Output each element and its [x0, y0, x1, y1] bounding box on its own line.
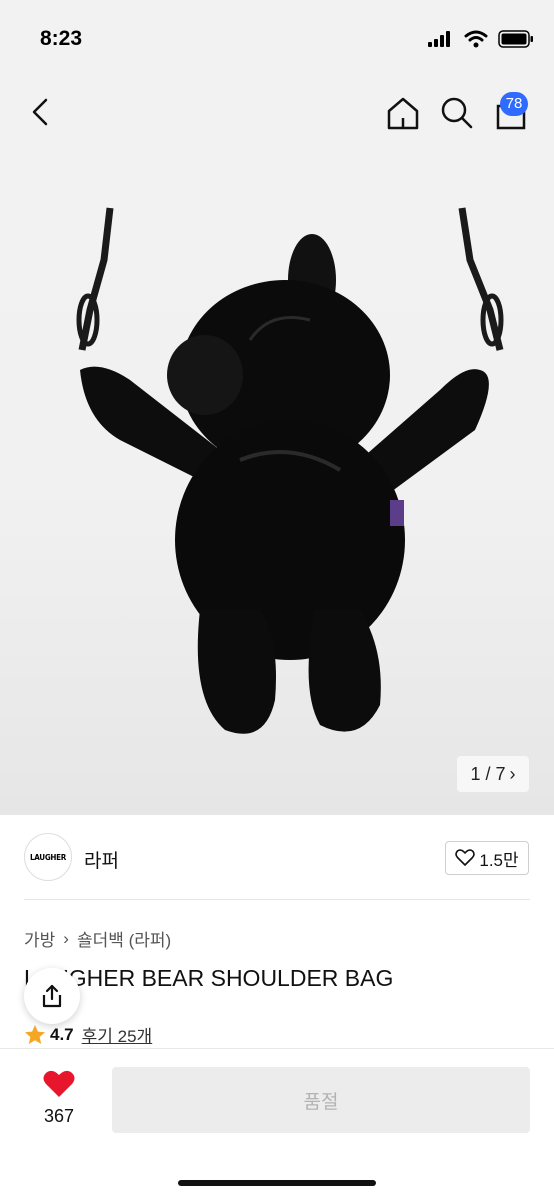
wishlist-count: 367 [43, 1106, 75, 1126]
cart-count-badge: 78 [500, 92, 528, 116]
brand-name[interactable]: 라퍼 [84, 846, 119, 873]
brand-logo[interactable]: LAUGHER [24, 833, 72, 881]
divider [24, 899, 530, 900]
breadcrumb-subcategory[interactable]: 숄더백 (라퍼) [77, 926, 171, 951]
product-title: LAUGHER BEAR SHOULDER BAG [24, 965, 394, 991]
product-image [76, 207, 504, 734]
share-icon [42, 984, 62, 1008]
chevron-right-icon: › [63, 928, 69, 948]
home-indicator [178, 1180, 376, 1186]
brand-like-button[interactable]: 1.5만 [445, 841, 529, 875]
bottom-action-bar: 367 품절 [0, 1048, 554, 1200]
brand-like-count: 1.5만 [479, 850, 519, 870]
status-bar: 8:23 [0, 0, 554, 80]
status-icons [428, 30, 534, 48]
chevron-right-icon: › [509, 763, 516, 784]
back-icon[interactable] [24, 94, 60, 130]
wifi-icon [464, 30, 488, 48]
page-counter-label: 1 / 7 [470, 763, 506, 784]
rating-value: 4.7 [50, 1024, 74, 1044]
rating-row: 4.7 후기 25개 [24, 1022, 152, 1047]
battery-icon [498, 30, 533, 48]
breadcrumb-category[interactable]: 가방 [24, 926, 55, 951]
heart-outline-icon [455, 849, 476, 866]
image-page-counter[interactable]: 1 / 7 › [457, 756, 529, 792]
brand-row: LAUGHER 라퍼 1.5만 [0, 815, 554, 901]
reviews-link[interactable]: 후기 25개 [82, 1022, 153, 1047]
cellular-signal-icon [428, 31, 450, 47]
sold-out-button[interactable]: 품절 [112, 1067, 530, 1133]
brand-logo-text: LAUGHER [29, 852, 67, 862]
wishlist-button[interactable]: 367 [26, 1069, 92, 1127]
top-nav-bar [0, 80, 554, 146]
heart-filled-icon [43, 1070, 75, 1097]
star-icon [25, 1024, 45, 1044]
home-icon[interactable] [384, 94, 422, 132]
status-time: 8:23 [40, 27, 83, 50]
search-icon[interactable] [438, 94, 476, 132]
breadcrumb: 가방 › 숄더백 (라퍼) [24, 926, 171, 951]
share-button[interactable] [24, 968, 80, 1024]
